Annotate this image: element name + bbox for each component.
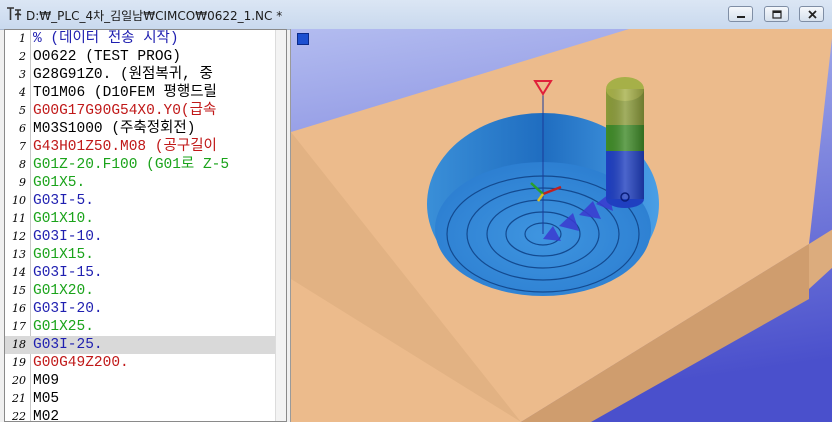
code-text[interactable]: G03I-25. bbox=[33, 336, 103, 354]
code-text[interactable]: G01X20. bbox=[33, 282, 94, 300]
code-text[interactable]: G01X10. bbox=[33, 210, 94, 228]
3d-simulation-viewport[interactable] bbox=[290, 29, 832, 422]
nc-code-editor[interactable]: 1 % (데이터 전송 시작) 2 O0622 (TEST PROG) 3 G28G91Z… bbox=[4, 29, 287, 422]
code-line[interactable]: 17 G01X25. bbox=[5, 318, 275, 336]
line-number: 10 bbox=[12, 194, 26, 207]
code-line[interactable]: 22 M02 bbox=[5, 408, 275, 422]
code-text[interactable]: G03I-10. bbox=[33, 228, 103, 246]
line-number: 1 bbox=[19, 32, 26, 45]
code-line[interactable]: 3 G28G91Z0. (원점복귀, 중 bbox=[5, 66, 275, 84]
code-line[interactable]: 2 O0622 (TEST PROG) bbox=[5, 48, 275, 66]
code-line[interactable]: 21 M05 bbox=[5, 390, 275, 408]
line-number: 22 bbox=[12, 410, 26, 422]
close-icon bbox=[808, 10, 817, 19]
code-line[interactable]: 20 M09 bbox=[5, 372, 275, 390]
line-number: 2 bbox=[19, 50, 26, 63]
code-text[interactable]: G03I-20. bbox=[33, 300, 103, 318]
title-bar: D:₩_PLC_4차_김일남₩CIMCO₩0622_1.NC * bbox=[0, 0, 832, 30]
line-number: 3 bbox=[19, 68, 26, 81]
simulation-scene bbox=[291, 29, 832, 422]
line-number: 9 bbox=[19, 176, 26, 189]
line-number: 14 bbox=[12, 266, 26, 279]
editor-scroll-track[interactable] bbox=[275, 30, 286, 421]
line-number: 12 bbox=[12, 230, 26, 243]
code-text[interactable]: G43H01Z50.M08 (공구길이 bbox=[33, 138, 217, 156]
line-number: 13 bbox=[12, 248, 26, 261]
code-text[interactable]: G28G91Z0. (원점복귀, 중 bbox=[33, 66, 213, 84]
code-text[interactable]: % (데이터 전송 시작) bbox=[33, 30, 179, 48]
code-text[interactable]: G03I-15. bbox=[33, 264, 103, 282]
code-text[interactable]: G00G17G90G54X0.Y0(급속 bbox=[33, 102, 225, 120]
code-text[interactable]: G00G49Z200. bbox=[33, 354, 129, 372]
code-line[interactable]: 1 % (데이터 전송 시작) bbox=[5, 30, 275, 48]
line-number: 5 bbox=[19, 104, 26, 117]
line-number: 11 bbox=[12, 212, 26, 225]
code-line[interactable]: 15 G01X20. bbox=[5, 282, 275, 300]
code-line[interactable]: 10 G03I-5. bbox=[5, 192, 275, 210]
line-number: 19 bbox=[12, 356, 26, 369]
code-text[interactable]: M03S1000 (주축정회전) bbox=[33, 120, 195, 138]
line-number: 16 bbox=[12, 302, 26, 315]
code-line[interactable]: 16 G03I-20. bbox=[5, 300, 275, 318]
line-number: 15 bbox=[12, 284, 26, 297]
code-text[interactable]: G01Z-20.F100 (G01로 Z-5 bbox=[33, 156, 229, 174]
line-number: 6 bbox=[19, 122, 26, 135]
code-line[interactable]: 13 G01X15. bbox=[5, 246, 275, 264]
line-number: 7 bbox=[19, 140, 26, 153]
line-number: 8 bbox=[19, 158, 26, 171]
line-number: 20 bbox=[12, 374, 26, 387]
close-button[interactable] bbox=[799, 6, 824, 22]
code-line[interactable]: 8 G01Z-20.F100 (G01로 Z-5 bbox=[5, 156, 275, 174]
code-text[interactable]: M05 bbox=[33, 390, 59, 408]
code-line[interactable]: 6 M03S1000 (주축정회전) bbox=[5, 120, 275, 138]
code-line[interactable]: 5 G00G17G90G54X0.Y0(급속 bbox=[5, 102, 275, 120]
code-text[interactable]: T01M06 (D10FEM 평행드릴 bbox=[33, 84, 217, 102]
code-text[interactable]: G01X15. bbox=[33, 246, 94, 264]
code-line[interactable]: 19 G00G49Z200. bbox=[5, 354, 275, 372]
line-number: 18 bbox=[12, 338, 26, 351]
code-text[interactable]: M09 bbox=[33, 372, 59, 390]
window-title: D:₩_PLC_4차_김일남₩CIMCO₩0622_1.NC * bbox=[26, 9, 283, 23]
end-mill-tool bbox=[606, 77, 644, 208]
line-number: 17 bbox=[12, 320, 26, 333]
restore-icon bbox=[772, 10, 782, 19]
restore-button[interactable] bbox=[764, 6, 789, 22]
code-line[interactable]: 18 G03I-25. bbox=[5, 336, 275, 354]
code-line[interactable]: 12 G03I-10. bbox=[5, 228, 275, 246]
minimize-button[interactable] bbox=[728, 6, 753, 22]
line-number: 4 bbox=[19, 86, 26, 99]
code-line[interactable]: 9 G01X5. bbox=[5, 174, 275, 192]
code-line[interactable]: 11 G01X10. bbox=[5, 210, 275, 228]
line-number: 21 bbox=[12, 392, 26, 405]
code-text[interactable]: M02 bbox=[33, 408, 59, 421]
code-text[interactable]: G03I-5. bbox=[33, 192, 94, 210]
view-indicator-square[interactable] bbox=[297, 33, 309, 45]
minimize-icon bbox=[737, 16, 745, 18]
code-text[interactable]: O0622 (TEST PROG) bbox=[33, 48, 181, 66]
code-line[interactable]: 4 T01M06 (D10FEM 평행드릴 bbox=[5, 84, 275, 102]
code-text[interactable]: G01X5. bbox=[33, 174, 85, 192]
cimco-app-icon bbox=[7, 7, 22, 20]
code-line[interactable]: 7 G43H01Z50.M08 (공구길이 bbox=[5, 138, 275, 156]
code-line[interactable]: 14 G03I-15. bbox=[5, 264, 275, 282]
code-text[interactable]: G01X25. bbox=[33, 318, 94, 336]
